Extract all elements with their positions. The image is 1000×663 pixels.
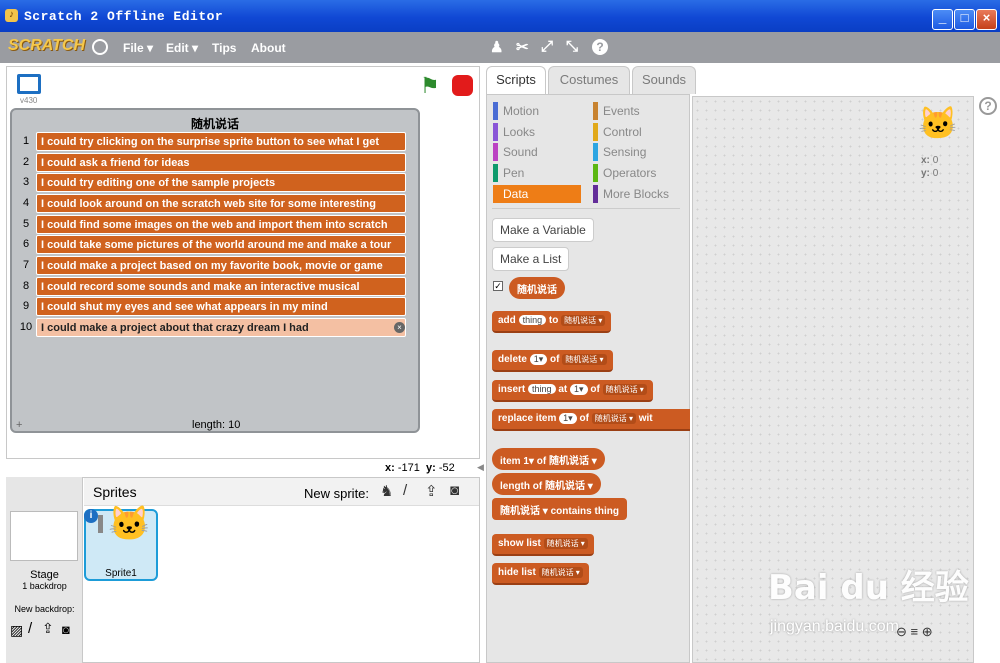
file-menu[interactable]: File ▾ <box>123 41 153 55</box>
list-length: length: 10 <box>192 419 241 431</box>
baidu-watermark: Bai du 经验 <box>768 568 969 608</box>
version-label: v430 <box>20 96 38 105</box>
edit-menu[interactable]: Edit ▾ <box>166 41 198 55</box>
list-item-editing[interactable]: 10 I could make a project about that craz… <box>18 318 410 337</box>
list-item[interactable]: 9I could shut my eyes and see what appea… <box>18 297 410 316</box>
add-to-list-block[interactable]: add thing to 随机说话 ▾ <box>492 311 612 333</box>
list-item[interactable]: 2I could ask a friend for ideas <box>18 153 410 172</box>
delete-item-icon[interactable]: × <box>394 322 405 333</box>
cut-tool-icon[interactable]: ✂ <box>516 38 529 56</box>
list-title: 随机说话 <box>190 117 239 131</box>
make-list-button[interactable]: Make a List <box>492 247 570 271</box>
zoom-in-icon[interactable]: ⊕ <box>922 624 933 639</box>
add-item-icon[interactable]: + <box>16 419 22 431</box>
help-strip <box>975 96 1000 663</box>
camera-sprite-icon[interactable]: ◙ <box>450 482 459 499</box>
list-contains-boolean[interactable]: 随机说话 ▾ contains thing <box>492 498 627 520</box>
duplicate-tool-icon[interactable]: ♟ <box>490 38 503 56</box>
paint-sprite-icon[interactable]: / <box>403 482 407 499</box>
tab-costumes[interactable]: Costumes <box>548 66 630 94</box>
collapse-arrow-icon[interactable]: ◀ <box>477 462 484 473</box>
tab-sounds[interactable]: Sounds <box>632 66 696 94</box>
tips-menu[interactable]: Tips <box>212 41 236 55</box>
category-data[interactable]: Data <box>493 185 581 203</box>
palette-divider <box>492 208 680 209</box>
scratch-logo[interactable]: SCRATCH <box>8 37 85 55</box>
insert-at-list-block[interactable]: insert thing at 1▾ of 随机说话 ▾ <box>492 380 653 402</box>
language-globe-icon[interactable] <box>92 39 108 55</box>
category-motion[interactable]: Motion <box>493 102 581 120</box>
backdrop-library-icon[interactable]: ▨ <box>10 622 23 639</box>
help-tool-icon[interactable]: ? <box>592 39 608 55</box>
info-icon[interactable]: i <box>84 509 98 523</box>
upload-backdrop-icon[interactable]: ⇪ <box>42 620 54 637</box>
category-sound[interactable]: Sound <box>493 143 581 161</box>
item-of-list-reporter[interactable]: item 1▾ of 随机说话 ▾ <box>492 448 605 470</box>
show-list-block[interactable]: show list 随机说话 ▾ <box>492 534 594 556</box>
category-looks[interactable]: Looks <box>493 123 581 141</box>
minimize-button[interactable]: _ <box>932 9 953 30</box>
baidu-watermark-url: jingyan.baidu.com <box>770 618 899 635</box>
maximize-button[interactable]: □ <box>954 9 975 30</box>
stage-thumbnail[interactable] <box>10 511 78 561</box>
zoom-out-icon[interactable]: ⊖ <box>896 624 907 639</box>
backdrop-count: 1 backdrop <box>22 581 67 591</box>
zoom-controls[interactable]: ⊖ ≡ ⊕ <box>896 624 933 640</box>
shrink-tool-icon[interactable]: ⤡ <box>566 38 578 55</box>
paint-backdrop-icon[interactable]: / <box>28 620 32 637</box>
category-control[interactable]: Control <box>593 123 681 141</box>
category-sensing[interactable]: Sensing <box>593 143 681 161</box>
sprite-name: Sprite1 <box>105 568 137 579</box>
hide-list-block[interactable]: hide list 随机说话 ▾ <box>492 563 589 585</box>
stage-label: Stage <box>30 569 59 581</box>
cat-sprite-icon: 🐱 <box>98 507 150 541</box>
replace-item-block[interactable]: replace item 1▾ of 随机说话 ▾ wit <box>492 409 690 431</box>
new-sprite-label: New sprite: <box>304 486 370 501</box>
list-item[interactable]: 6I could take some pictures of the world… <box>18 235 410 254</box>
green-flag-icon[interactable]: ⚑ <box>420 73 440 99</box>
mouse-coordinates: x: -171 y: -52 <box>385 462 455 474</box>
category-events[interactable]: Events <box>593 102 681 120</box>
list-monitor[interactable]: 随机说话 1I could try clicking on the surpri… <box>10 108 420 433</box>
help-icon[interactable]: ? <box>979 97 997 115</box>
window-title: Scratch 2 Offline Editor <box>24 9 224 24</box>
camera-backdrop-icon[interactable]: ◙ <box>62 622 70 637</box>
list-reporter-block[interactable]: 随机说话 <box>509 277 565 299</box>
stop-icon[interactable] <box>452 75 473 96</box>
menu-bar: SCRATCH File ▾ Edit ▾ Tips About ♟ ✂ ⤢ ⤡… <box>0 32 1000 63</box>
list-item[interactable]: 3I could try editing one of the sample p… <box>18 173 410 192</box>
list-item[interactable]: 5I could find some images on the web and… <box>18 215 410 234</box>
list-item[interactable]: 4I could look around on the scratch web … <box>18 194 410 213</box>
delete-of-list-block[interactable]: delete 1▾ of 随机说话 ▾ <box>492 350 613 372</box>
upload-sprite-icon[interactable]: ⇪ <box>425 482 438 500</box>
sprite-position: x: 0 y: 0 <box>921 155 939 179</box>
category-pen[interactable]: Pen <box>493 164 581 182</box>
make-variable-button[interactable]: Make a Variable <box>492 218 594 242</box>
list-visible-checkbox[interactable]: ✓ <box>493 281 503 291</box>
sprites-title: Sprites <box>93 484 137 500</box>
category-more-blocks[interactable]: More Blocks <box>593 185 681 203</box>
window-titlebar: ♪ Scratch 2 Offline Editor _ □ × <box>0 0 1000 32</box>
list-item[interactable]: 8I could record some sounds and make an … <box>18 277 410 296</box>
tab-scripts[interactable]: Scripts <box>486 66 546 94</box>
sprite-thumbnail[interactable]: i 🐱 Sprite1 <box>84 507 158 581</box>
sprite-library-icon[interactable]: ♞ <box>380 482 393 500</box>
presentation-mode-icon[interactable] <box>17 74 41 94</box>
list-item[interactable]: 1I could try clicking on the surprise sp… <box>18 132 410 151</box>
close-button[interactable]: × <box>976 9 997 30</box>
category-operators[interactable]: Operators <box>593 164 681 182</box>
length-of-list-reporter[interactable]: length of 随机说话 ▾ <box>492 473 601 495</box>
list-item[interactable]: 7I could make a project based on my favo… <box>18 256 410 275</box>
sprites-header: Sprites New sprite: <box>84 478 479 506</box>
grow-tool-icon[interactable]: ⤢ <box>541 38 553 55</box>
new-backdrop-label: New backdrop: <box>14 604 75 614</box>
current-sprite-icon: 🐱 <box>918 105 958 141</box>
editor-tabs: Scripts Costumes Sounds <box>486 66 696 94</box>
zoom-reset-icon[interactable]: ≡ <box>911 624 919 639</box>
app-icon: ♪ <box>5 9 18 22</box>
about-menu[interactable]: About <box>251 41 286 55</box>
